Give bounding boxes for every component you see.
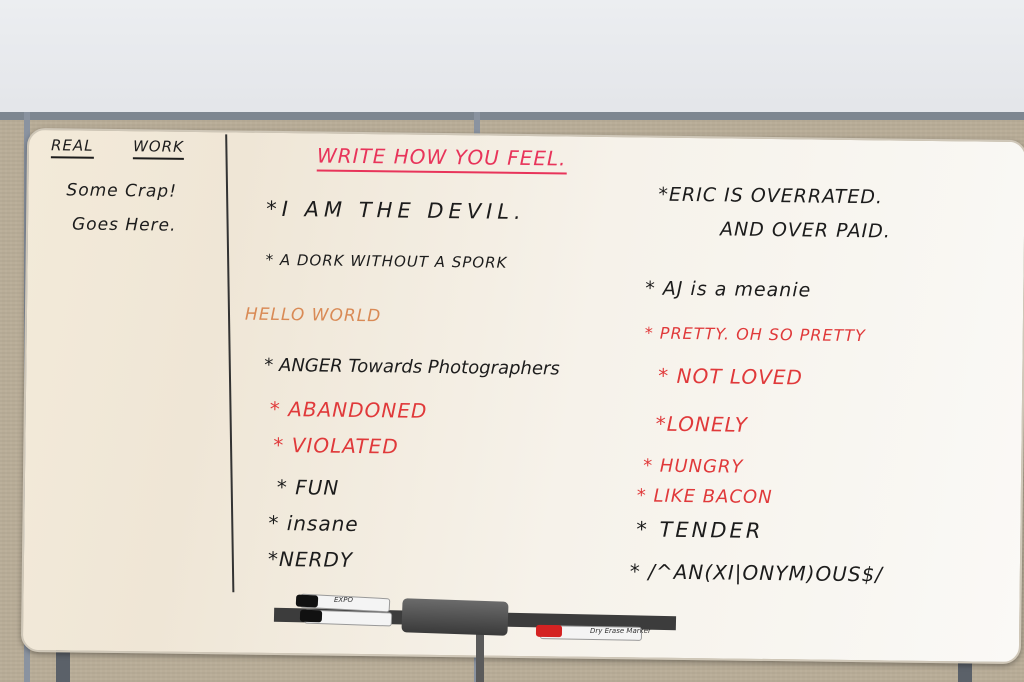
board-title: WRITE HOW YOU FEEL. [316, 143, 567, 175]
left-note-line: Goes Here. [71, 214, 177, 236]
board-entry: * ABANDONED [269, 396, 428, 423]
board-entry: * LIKE BACON [636, 485, 773, 509]
whiteboard-eraser[interactable] [401, 598, 509, 636]
left-heading-real: REAL [50, 136, 94, 159]
board-entry: *ERIC IS OVERRATED. [658, 183, 884, 209]
wall [0, 0, 1024, 120]
marker-brand-label: Dry Erase Marker [590, 627, 651, 635]
board-entry: * VIOLATED [273, 432, 399, 459]
marker-cap [299, 609, 323, 623]
board-entry: * PRETTY. OH SO PRETTY [644, 323, 867, 346]
board-entry: * AJ is a meanie [645, 277, 812, 302]
board-entry: * NOT LOVED [658, 363, 804, 390]
left-note-line: Some Crap! [66, 180, 178, 202]
whiteboard: REAL WORK Some Crap! Goes Here. WRITE HO… [20, 127, 1024, 665]
board-entry: * HUNGRY [643, 455, 744, 478]
board-entry: *I AM THE DEVIL. [266, 196, 526, 225]
board-entry: HELLO WORLD [244, 304, 382, 327]
marker-cap [295, 594, 319, 608]
board-entry: * insane [268, 510, 359, 536]
left-heading-work: WORK [132, 137, 185, 160]
board-entry: AND OVER PAID. [719, 218, 892, 243]
board-entry: *LONELY [655, 411, 749, 437]
board-entry: * FUN [276, 474, 340, 500]
board-entry: * A DORK WITHOUT A SPORK [265, 250, 508, 272]
board-entry: * ANGER Towards Photographers [264, 354, 560, 380]
board-entry: *NERDY [267, 546, 354, 572]
marker-cap [535, 624, 563, 638]
board-divider-line [225, 134, 235, 593]
cubicle-top-rail [0, 112, 1024, 120]
board-entry: * /^AN(XI|ONYM)OUS$/ [629, 559, 884, 587]
board-entry: * TENDER [636, 517, 764, 543]
marker-brand-label: EXPO [334, 596, 353, 604]
